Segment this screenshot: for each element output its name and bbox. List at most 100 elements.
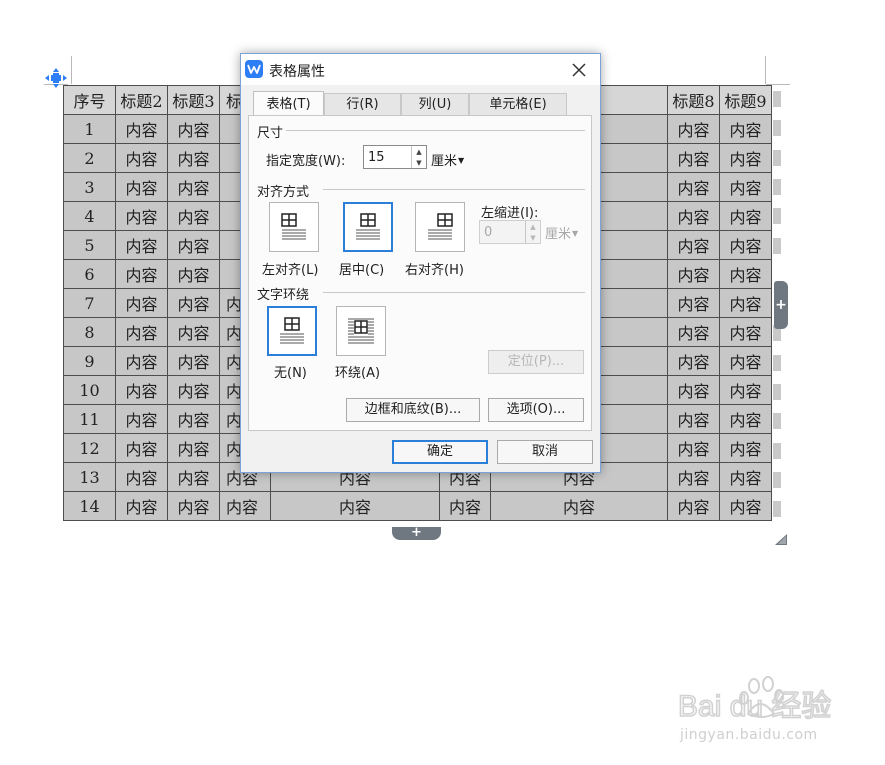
width-spinner[interactable]: 15 ▲ ▼ [363,145,427,169]
table-cell[interactable]: 内容 [719,201,772,231]
table-cell[interactable]: 内容 [115,433,168,463]
table-cell[interactable]: 内容 [667,462,720,492]
table-header-cell[interactable]: 序号 [63,85,116,115]
table-cell[interactable]: 内容 [115,114,168,144]
indent-unit-dropdown[interactable]: 厘米▼ [545,223,578,242]
row-select-strip[interactable] [773,413,781,430]
table-cell[interactable]: 11 [63,404,116,434]
row-select-strip[interactable] [773,149,781,166]
table-cell[interactable]: 内容 [115,491,168,521]
table-cell[interactable]: 内容 [115,259,168,289]
row-select-strip[interactable] [773,237,781,254]
table-cell[interactable]: 内容 [167,201,220,231]
table-cell[interactable]: 内容 [167,230,220,260]
table-header-cell[interactable]: 标题2 [115,85,168,115]
table-cell[interactable]: 内容 [167,375,220,405]
table-cell[interactable]: 内容 [167,317,220,347]
wrap-around-option[interactable] [336,306,386,356]
table-cell[interactable]: 内容 [667,375,720,405]
add-column-button[interactable]: + [774,281,788,329]
table-cell[interactable]: 内容 [115,375,168,405]
tab-row[interactable]: 行(R) [324,93,401,115]
row-select-strip[interactable] [773,91,781,107]
table-cell[interactable]: 内容 [719,288,772,318]
table-cell[interactable]: 3 [63,172,116,202]
table-cell[interactable]: 内容 [719,172,772,202]
table-cell[interactable]: 8 [63,317,116,347]
row-select-strip[interactable] [773,120,781,137]
add-row-button[interactable]: + [392,526,441,540]
row-select-strip[interactable] [773,354,781,371]
table-cell[interactable]: 内容 [115,143,168,173]
table-cell[interactable]: 9 [63,346,116,376]
table-cell[interactable]: 内容 [219,491,271,521]
table-cell[interactable]: 内容 [115,346,168,376]
table-cell[interactable]: 内容 [667,201,720,231]
align-left-option[interactable] [269,202,319,252]
ok-button[interactable]: 确定 [392,440,488,464]
table-cell[interactable]: 13 [63,462,116,492]
table-row[interactable]: 14 内容 内容 内容 内容 内容 内容 内容 内容 [63,491,772,521]
table-cell[interactable]: 内容 [667,259,720,289]
cancel-button[interactable]: 取消 [497,440,593,464]
table-cell[interactable]: 内容 [270,491,440,521]
table-cell[interactable]: 内容 [719,230,772,260]
spin-down-icon[interactable]: ▼ [526,232,540,243]
table-cell[interactable]: 内容 [719,143,772,173]
align-center-option[interactable] [343,202,393,252]
table-cell[interactable]: 内容 [439,491,491,521]
table-cell[interactable]: 内容 [667,433,720,463]
table-cell[interactable]: 内容 [719,404,772,434]
table-cell[interactable]: 2 [63,143,116,173]
table-cell[interactable]: 内容 [167,462,220,492]
width-unit-dropdown[interactable]: 厘米▼ [431,150,464,169]
table-cell[interactable]: 内容 [667,114,720,144]
table-cell[interactable]: 6 [63,259,116,289]
row-select-strip[interactable] [773,384,781,400]
table-cell[interactable]: 内容 [167,491,220,521]
table-cell[interactable]: 内容 [719,491,772,521]
table-cell[interactable]: 内容 [167,259,220,289]
table-cell[interactable]: 内容 [719,433,772,463]
table-cell[interactable]: 内容 [115,230,168,260]
table-cell[interactable]: 内容 [719,259,772,289]
table-cell[interactable]: 内容 [719,462,772,492]
table-cell[interactable]: 内容 [667,230,720,260]
row-select-strip[interactable] [773,442,781,459]
table-cell[interactable]: 内容 [667,491,720,521]
table-cell[interactable]: 内容 [719,375,772,405]
table-cell[interactable]: 内容 [167,433,220,463]
table-cell[interactable]: 内容 [167,404,220,434]
table-cell[interactable]: 内容 [667,172,720,202]
table-cell[interactable]: 内容 [167,346,220,376]
row-select-strip[interactable] [773,501,781,518]
table-cell[interactable]: 4 [63,201,116,231]
table-cell[interactable]: 内容 [667,404,720,434]
table-cell[interactable]: 内容 [667,317,720,347]
align-right-option[interactable] [415,202,465,252]
table-cell[interactable]: 内容 [167,143,220,173]
table-cell[interactable]: 内容 [719,114,772,144]
table-cell[interactable]: 内容 [115,201,168,231]
table-cell[interactable]: 内容 [719,346,772,376]
table-cell[interactable]: 1 [63,114,116,144]
table-cell[interactable]: 7 [63,288,116,318]
table-cell[interactable]: 10 [63,375,116,405]
indent-spinner[interactable]: 0 ▲ ▼ [479,220,541,244]
close-button[interactable] [566,58,592,82]
table-cell[interactable]: 内容 [667,288,720,318]
wrap-none-option[interactable] [267,306,317,356]
tab-table[interactable]: 表格(T) [253,91,324,116]
table-cell[interactable]: 内容 [667,346,720,376]
tab-cell[interactable]: 单元格(E) [469,93,567,115]
table-header-cell[interactable]: 标题8 [667,85,720,115]
table-cell[interactable]: 内容 [115,404,168,434]
table-cell[interactable]: 内容 [719,317,772,347]
tab-column[interactable]: 列(U) [401,93,469,115]
table-cell[interactable]: 内容 [167,288,220,318]
options-button[interactable]: 选项(O)... [488,398,584,422]
spin-up-icon[interactable]: ▲ [526,221,540,232]
table-cell[interactable]: 内容 [115,462,168,492]
table-cell[interactable]: 内容 [167,172,220,202]
table-cell[interactable]: 内容 [667,143,720,173]
